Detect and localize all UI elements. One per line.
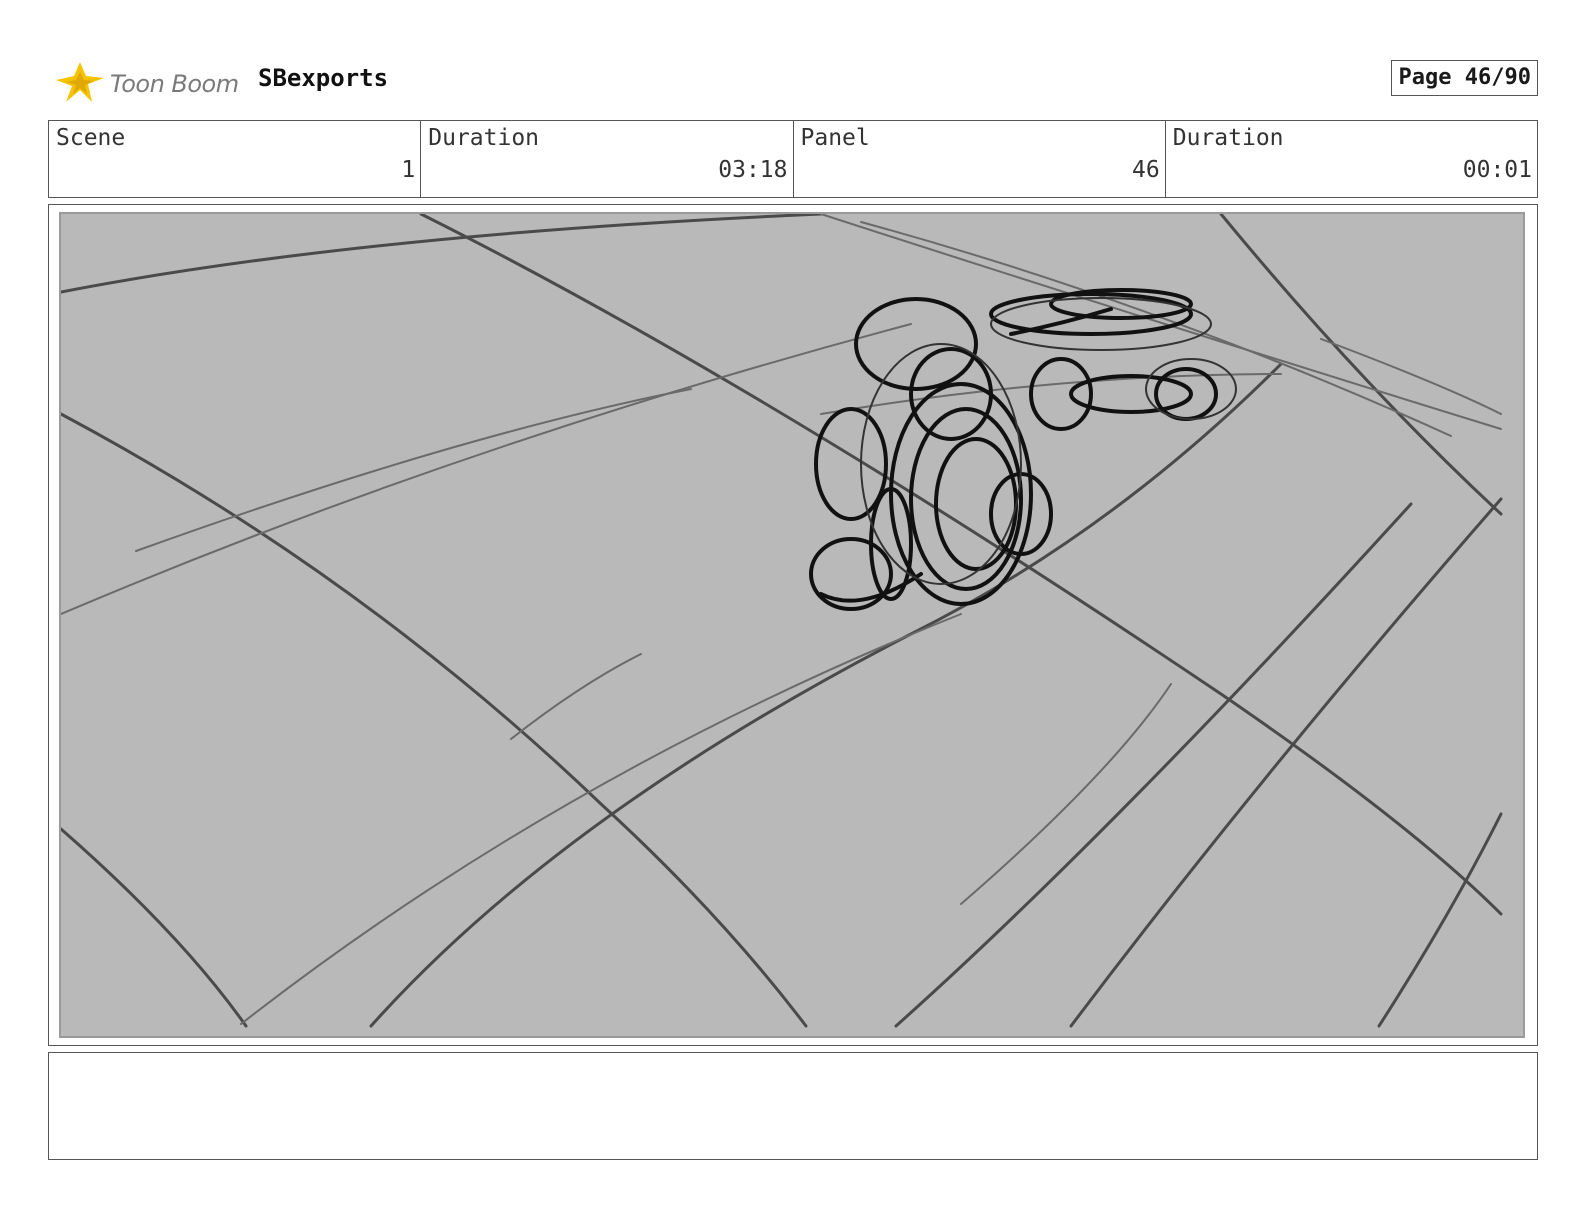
scene-value: 1 — [401, 157, 416, 183]
panel-frame — [48, 204, 1538, 1046]
toon-boom-logo: Toon Boom — [52, 56, 242, 108]
page-header: Toon Boom SBexports Page 46/90 — [48, 52, 1538, 108]
storyboard-panel-image — [59, 212, 1525, 1038]
page-indicator: Page 46/90 — [1390, 60, 1538, 96]
panel-duration-label: Duration — [1172, 125, 1284, 151]
scene-info-table: Scene 1 Duration 03:18 Panel 46 Duration… — [48, 120, 1538, 198]
scene-duration-cell: Duration 03:18 — [421, 121, 794, 197]
panel-cell: Panel 46 — [794, 121, 1166, 197]
panel-duration-value: 00:01 — [1462, 157, 1532, 183]
storyboard-sketch — [61, 214, 1503, 1028]
scene-duration-value: 03:18 — [718, 157, 788, 183]
scene-label: Scene — [56, 125, 126, 151]
panel-label: Panel — [800, 125, 870, 151]
panel-value: 46 — [1132, 157, 1160, 183]
toon-boom-logo-icon — [56, 62, 104, 102]
project-name: SBexports — [258, 64, 389, 92]
panel-duration-cell: Duration 00:01 — [1166, 121, 1537, 197]
logo-text: Toon Boom — [110, 70, 239, 98]
scene-cell: Scene 1 — [49, 121, 422, 197]
scene-duration-label: Duration — [428, 125, 540, 151]
panel-notes-box — [48, 1052, 1538, 1160]
